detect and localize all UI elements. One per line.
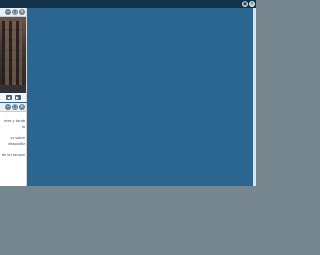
close-icon[interactable]: × [19, 104, 25, 110]
street [0, 85, 26, 93]
news-line: despolitiz [8, 142, 25, 146]
maximize-icon[interactable]: □ [12, 9, 18, 15]
photo-nav-bar: ◀ ▶ [0, 93, 26, 102]
photo-widget[interactable]: − □ × ◀ ▶ [0, 8, 27, 102]
building-photo [0, 17, 26, 93]
news-text: ntes y tarde la pr sobre despolitiz de l… [0, 112, 26, 158]
desktop-area [0, 8, 253, 186]
news-line: pr sobre [10, 136, 25, 140]
maximize-icon[interactable]: □ [12, 104, 18, 110]
news-widget-header: − □ × [0, 103, 26, 112]
right-edge-strip [253, 8, 256, 186]
next-photo-button[interactable]: ▶ [14, 95, 21, 100]
close-icon[interactable]: × [19, 9, 25, 15]
building-facade [2, 21, 22, 91]
photo-widget-header: − □ × [0, 8, 26, 17]
minimize-icon[interactable]: − [5, 104, 11, 110]
news-line: de la tranquil [1, 153, 25, 157]
close-icon[interactable]: × [249, 1, 255, 7]
news-line: la [21, 125, 25, 129]
window-controls: ▣ × [242, 0, 255, 8]
previous-photo-button[interactable]: ◀ [5, 95, 12, 100]
restore-icon[interactable]: ▣ [242, 1, 248, 7]
news-line: ntes y tarde [3, 119, 25, 123]
top-bar: ▣ × [0, 0, 256, 8]
news-widget[interactable]: − □ × ntes y tarde la pr sobre despoliti… [0, 103, 27, 186]
minimize-icon[interactable]: − [5, 9, 11, 15]
